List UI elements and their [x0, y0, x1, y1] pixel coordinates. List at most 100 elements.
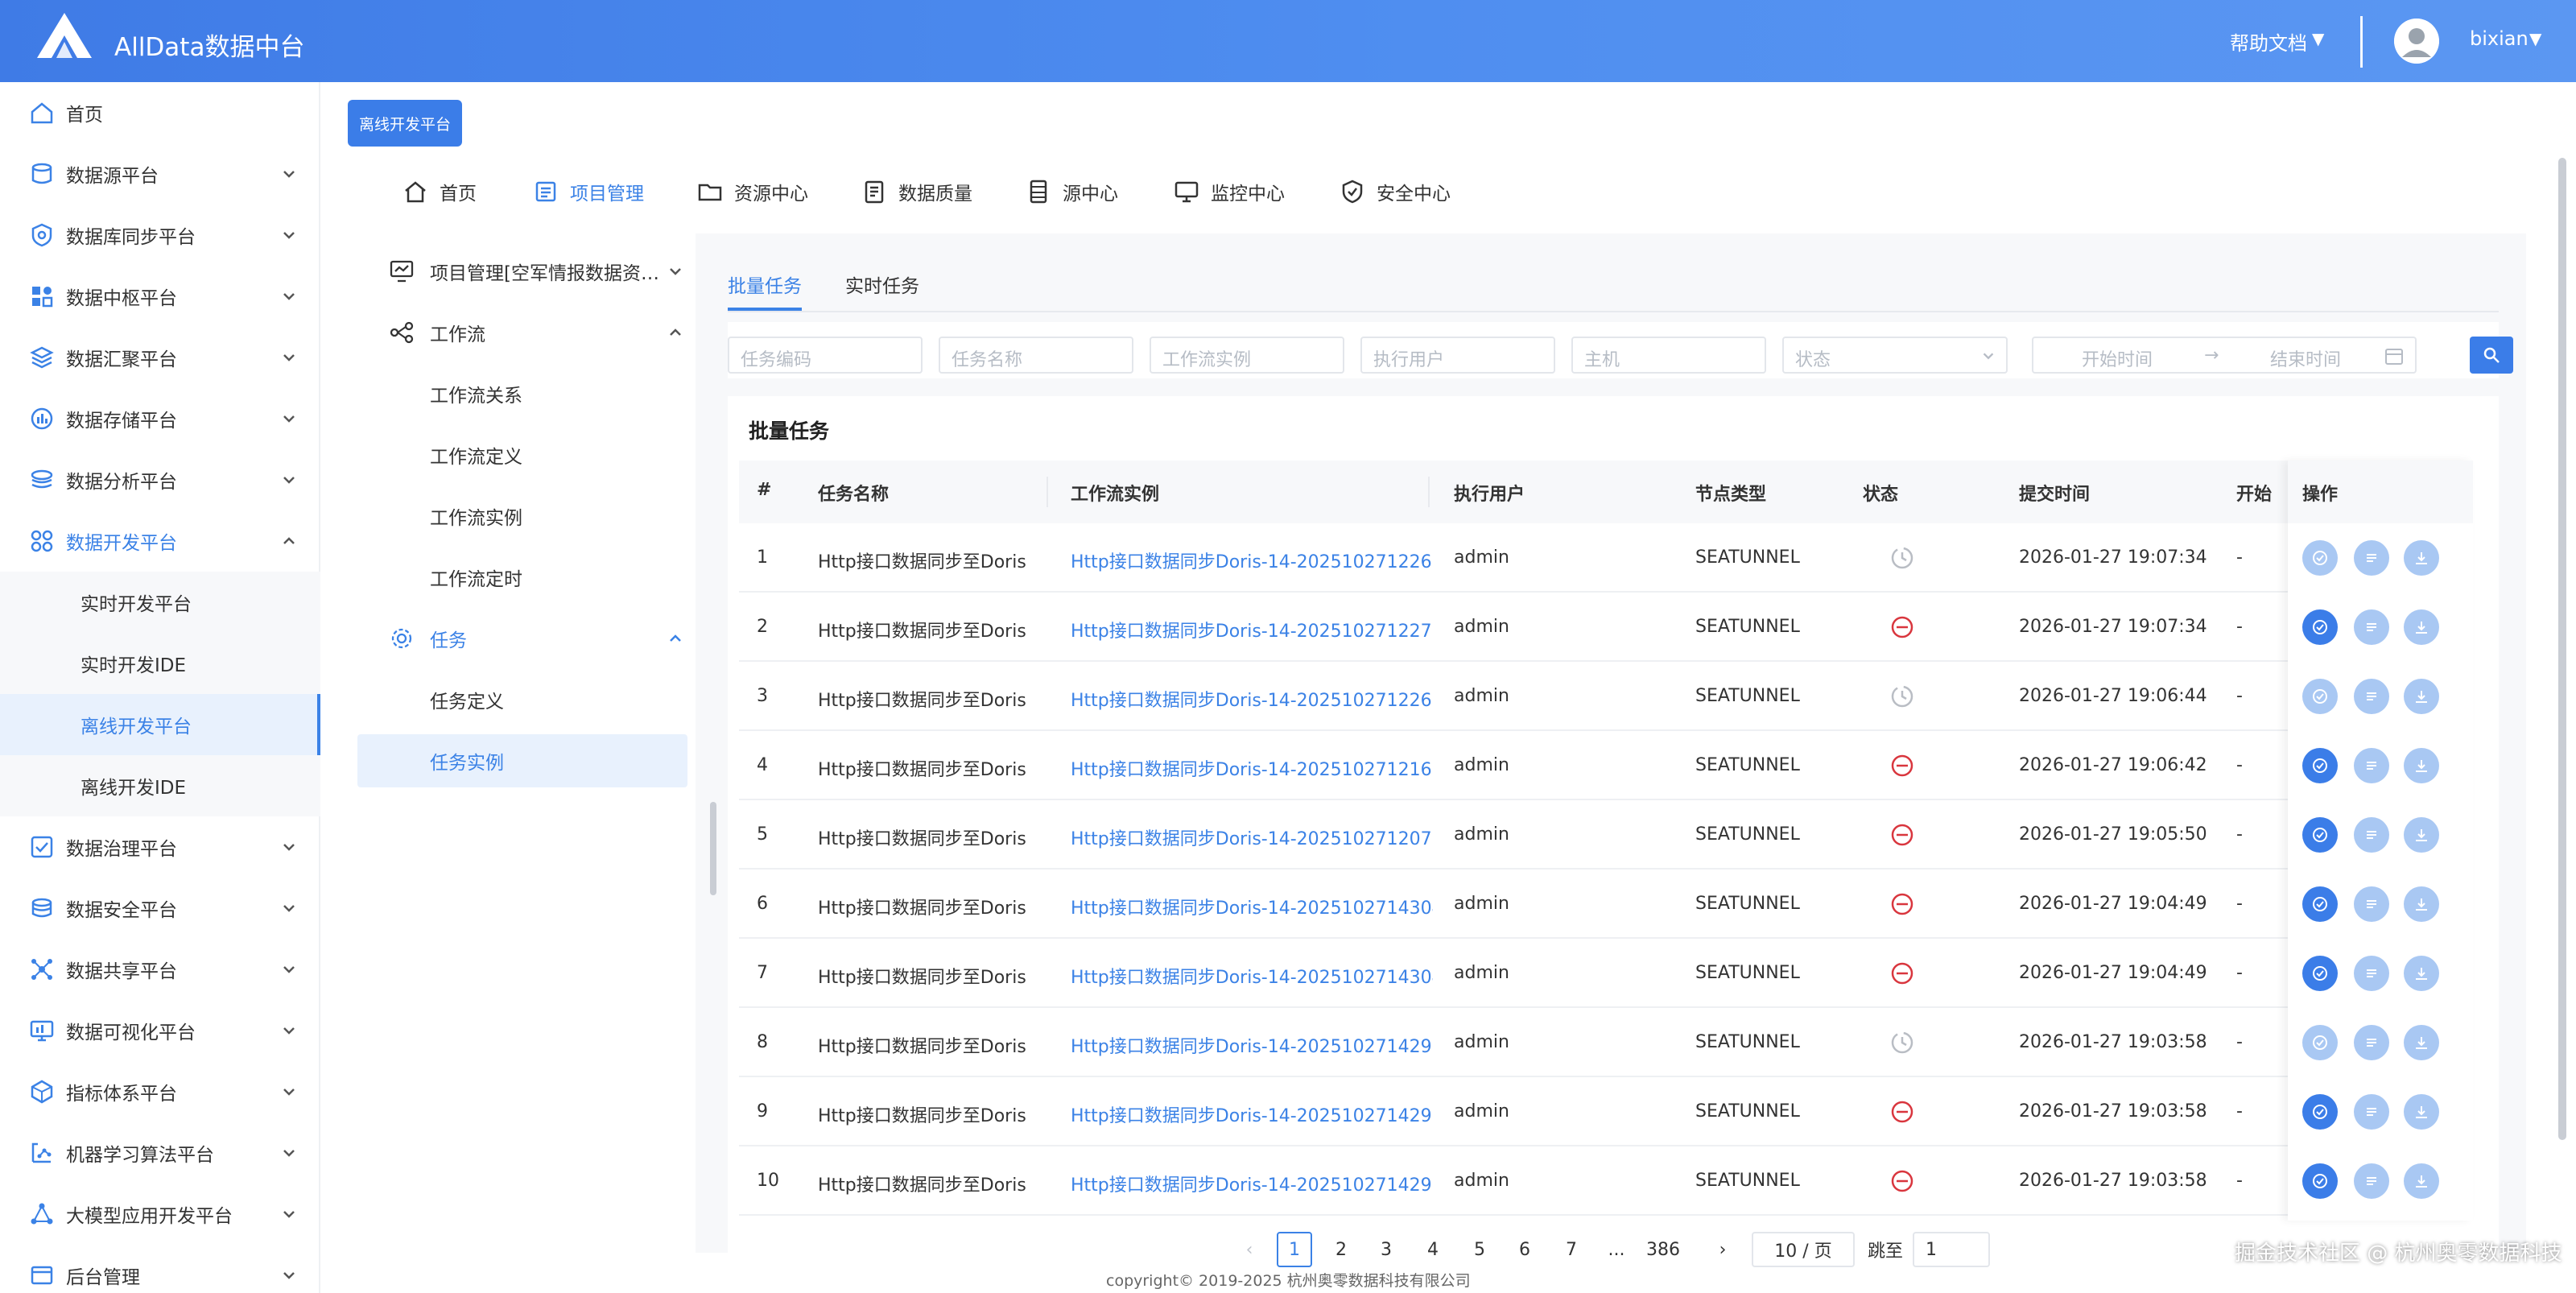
subnav-task-instance[interactable]: 任务实例 — [357, 734, 687, 787]
sidebar-item-security[interactable]: 数据安全平台 — [0, 878, 320, 939]
sidebar-item-llm[interactable]: 大模型应用开发平台 — [0, 1184, 320, 1245]
log-button[interactable] — [2354, 956, 2389, 991]
rerun-button[interactable] — [2302, 1094, 2338, 1130]
cell-workflow-instance-link[interactable]: Http接口数据同步Doris-14-2025102714290 — [1071, 1032, 1433, 1058]
topnav-quality[interactable]: 数据质量 — [861, 174, 972, 209]
page-7[interactable]: 7 — [1554, 1232, 1589, 1267]
subnav-workflow[interactable]: 工作流 — [357, 306, 687, 359]
cell-workflow-instance-link[interactable]: Http接口数据同步Doris-14-2025102714295 — [1071, 1171, 1433, 1196]
rerun-button[interactable] — [2302, 956, 2338, 991]
page-4[interactable]: 4 — [1415, 1232, 1451, 1267]
subnav-task[interactable]: 任务 — [357, 612, 687, 665]
download-button[interactable] — [2404, 679, 2439, 714]
log-button[interactable] — [2354, 540, 2389, 576]
rerun-button[interactable] — [2302, 1163, 2338, 1199]
sidebar-item-db-sync[interactable]: 数据库同步平台 — [0, 204, 320, 266]
sidebar-item-share[interactable]: 数据共享平台 — [0, 939, 320, 1000]
cell-workflow-instance-link[interactable]: Http接口数据同步Doris-14-2025102712073 — [1071, 824, 1433, 850]
rerun-button[interactable] — [2302, 748, 2338, 783]
page-last[interactable]: 386 — [1645, 1232, 1681, 1267]
sidebar-item-home[interactable]: 首页 — [0, 82, 320, 143]
sidebar-item-analysis[interactable]: 数据分析平台 — [0, 449, 320, 510]
subnav-workflow-definition[interactable]: 工作流定义 — [357, 428, 687, 481]
sidebar-subitem-offline-dev[interactable]: 离线开发平台 — [0, 694, 320, 755]
alldata-logo-icon[interactable] — [35, 10, 93, 61]
sidebar-item-visual[interactable]: 数据可视化平台 — [0, 1000, 320, 1061]
cell-workflow-instance-link[interactable]: Http接口数据同步Doris-14-2025102712270 — [1071, 617, 1433, 642]
download-button[interactable] — [2404, 1163, 2439, 1199]
topnav-source[interactable]: 源中心 — [1026, 174, 1118, 209]
cell-workflow-instance-link[interactable]: Http接口数据同步Doris-14-2025102712160 — [1071, 755, 1433, 781]
tab-batch-task[interactable]: 批量任务 — [728, 271, 802, 298]
topnav-security[interactable]: 安全中心 — [1340, 174, 1451, 209]
prev-page-button[interactable]: ‹ — [1232, 1232, 1267, 1267]
sidebar-item-metric[interactable]: 指标体系平台 — [0, 1061, 320, 1122]
cell-workflow-instance-link[interactable]: Http接口数据同步Doris-14-2025102712261 — [1071, 547, 1433, 573]
rerun-button[interactable] — [2302, 886, 2338, 922]
download-button[interactable] — [2404, 609, 2439, 645]
sidebar-item-ml[interactable]: 机器学习算法平台 — [0, 1122, 320, 1184]
sidebar-item-admin[interactable]: 后台管理 — [0, 1245, 320, 1293]
subnav-workflow-schedule[interactable]: 工作流定时 — [357, 551, 687, 604]
log-button[interactable] — [2354, 679, 2389, 714]
help-docs-menu[interactable]: 帮助文档 — [2230, 27, 2307, 56]
log-button[interactable] — [2354, 1094, 2389, 1130]
download-button[interactable] — [2404, 540, 2439, 576]
rerun-button[interactable] — [2302, 1025, 2338, 1060]
topnav-resource[interactable]: 资源中心 — [697, 174, 808, 209]
log-button[interactable] — [2354, 886, 2389, 922]
next-page-button[interactable]: › — [1705, 1232, 1740, 1267]
workflow-instance-input[interactable]: 工作流实例 — [1150, 337, 1344, 374]
username[interactable]: bixian — [2470, 27, 2529, 50]
jump-input[interactable]: 1 — [1913, 1232, 1990, 1267]
cell-workflow-instance-link[interactable]: Http接口数据同步Doris-14-2025102714304 — [1071, 894, 1433, 919]
offline-dev-platform-button[interactable]: 离线开发平台 — [348, 100, 462, 147]
download-button[interactable] — [2404, 886, 2439, 922]
sidebar-item-governance[interactable]: 数据治理平台 — [0, 816, 320, 878]
log-button[interactable] — [2354, 609, 2389, 645]
tab-realtime-task[interactable]: 实时任务 — [845, 271, 919, 298]
download-button[interactable] — [2404, 1025, 2439, 1060]
log-button[interactable] — [2354, 1163, 2389, 1199]
rerun-button[interactable] — [2302, 609, 2338, 645]
rerun-button[interactable] — [2302, 679, 2338, 714]
sidebar-item-aggregation[interactable]: 数据汇聚平台 — [0, 327, 320, 388]
page-1[interactable]: 1 — [1277, 1232, 1312, 1267]
caret-down-icon[interactable]: ▼ — [2312, 29, 2324, 48]
subnav-workflow-relation[interactable]: 工作流关系 — [357, 367, 687, 420]
page-3[interactable]: 3 — [1368, 1232, 1404, 1267]
page-5[interactable]: 5 — [1462, 1232, 1497, 1267]
exec-user-input[interactable]: 执行用户 — [1360, 337, 1555, 374]
log-button[interactable] — [2354, 817, 2389, 853]
page-2[interactable]: 2 — [1323, 1232, 1359, 1267]
app-title[interactable]: AllData数据中台 — [114, 27, 304, 63]
topnav-monitor[interactable]: 监控中心 — [1174, 174, 1285, 209]
cell-workflow-instance-link[interactable]: Http接口数据同步Doris-14-2025102712261 — [1071, 686, 1433, 712]
page-ellipsis[interactable]: ... — [1599, 1232, 1634, 1267]
host-input[interactable]: 主机 — [1571, 337, 1766, 374]
page-6[interactable]: 6 — [1507, 1232, 1542, 1267]
sidebar-subitem-offline-ide[interactable]: 离线开发IDE — [0, 755, 320, 816]
sidebar-subitem-realtime-dev[interactable]: 实时开发平台 — [0, 572, 320, 633]
download-button[interactable] — [2404, 1094, 2439, 1130]
avatar[interactable] — [2394, 19, 2439, 64]
sidebar-item-hub[interactable]: 数据中枢平台 — [0, 266, 320, 327]
task-name-input[interactable]: 任务名称 — [939, 337, 1133, 374]
subnav-project-selector[interactable]: 项目管理[空军情报数据资… — [357, 245, 687, 298]
sidebar-item-dev[interactable]: 数据开发平台 — [0, 510, 320, 572]
page-size-select[interactable]: 10 / 页 — [1752, 1232, 1855, 1267]
topnav-project[interactable]: 项目管理 — [533, 174, 644, 209]
cell-workflow-instance-link[interactable]: Http接口数据同步Doris-14-2025102714304 — [1071, 963, 1433, 989]
log-button[interactable] — [2354, 1025, 2389, 1060]
subnav-task-definition[interactable]: 任务定义 — [357, 673, 687, 726]
sidebar-item-storage[interactable]: 数据存储平台 — [0, 388, 320, 449]
task-code-input[interactable]: 任务编码 — [728, 337, 923, 374]
download-button[interactable] — [2404, 748, 2439, 783]
rerun-button[interactable] — [2302, 540, 2338, 576]
date-range-picker[interactable]: 开始时间 → 结束时间 — [2032, 337, 2417, 374]
sidebar-item-datasource[interactable]: 数据源平台 — [0, 143, 320, 204]
subnav-workflow-instance[interactable]: 工作流实例 — [357, 490, 687, 543]
status-select[interactable]: 状态 — [1782, 337, 2008, 374]
log-button[interactable] — [2354, 748, 2389, 783]
download-button[interactable] — [2404, 817, 2439, 853]
